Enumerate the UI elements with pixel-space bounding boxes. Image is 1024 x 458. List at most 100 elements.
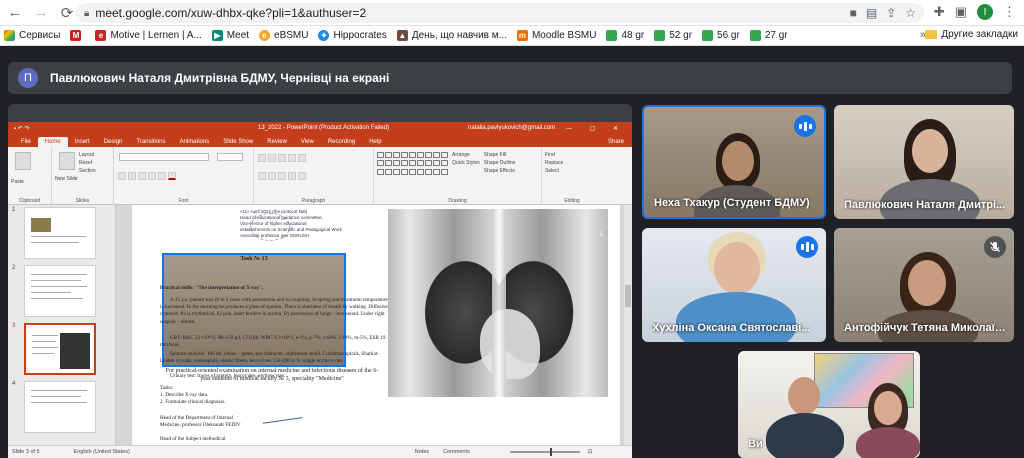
paste-icon bbox=[15, 152, 31, 170]
bookmark-apps[interactable]: Сервисы bbox=[4, 30, 60, 41]
slide-scrollbar bbox=[624, 205, 632, 445]
bookmark-52gr[interactable]: 52 gr bbox=[654, 30, 692, 41]
classroom-icon bbox=[654, 30, 666, 41]
camera-icon[interactable]: ■ bbox=[850, 6, 857, 20]
slide-thumbnail-4 bbox=[24, 381, 96, 433]
approval-stamp: «11» April 2022 (the protocol №8) Head o… bbox=[240, 209, 342, 238]
ppt-status-bar: Slide 3 of 5 English (United States) Not… bbox=[8, 445, 632, 458]
practical-skill: Practical skills: "The interpretation of… bbox=[160, 285, 264, 291]
case-description: A 35 y.o. patient was ill in 5 years wit… bbox=[160, 297, 388, 325]
save-icon: ▪ ↶ ↷ bbox=[14, 125, 30, 132]
line-spacing-icon bbox=[298, 154, 306, 162]
bookmark-moodle[interactable]: m Moodle BSMU bbox=[516, 30, 596, 41]
participant-tile-pavlyukovych[interactable]: Павлюкович Наталя Дмитрі... bbox=[834, 105, 1014, 219]
slide-thumbnail-2 bbox=[24, 265, 96, 317]
participant-tile-neha[interactable]: Неха Тхакур (Студент БДМУ) bbox=[642, 105, 826, 219]
gmail-icon: M bbox=[70, 30, 82, 41]
lock-icon[interactable]: 🔒︎ bbox=[84, 8, 89, 19]
other-bookmarks[interactable]: Другие закладки bbox=[925, 29, 1018, 40]
classroom-icon bbox=[606, 30, 618, 41]
back-icon[interactable]: ← bbox=[4, 2, 26, 24]
bookmark-27gr[interactable]: 27 gr bbox=[749, 30, 788, 41]
article-icon: ▲ bbox=[396, 30, 408, 41]
ppt-tab-home: Home bbox=[37, 137, 68, 147]
url-text: meet.google.com/xuw-dhbx-qke?pli=1&authu… bbox=[95, 6, 367, 20]
numbering-icon bbox=[268, 154, 276, 162]
translate-icon[interactable]: ▤ bbox=[866, 6, 877, 20]
notes-button: Notes bbox=[414, 449, 430, 455]
browser-toolbar: ← → ⟳ 🔒︎ meet.google.com/xuw-dhbx-qke?pl… bbox=[0, 0, 1024, 26]
ppt-ribbon-tabs: File Home Insert Design Transitions Anim… bbox=[8, 134, 632, 147]
blood-test: CBT: RBC 3,1×10¹²/l, Hb-150 g/l, CI 0,88… bbox=[160, 335, 386, 349]
bookmarks-bar: Сервисы M e Motive | Lernen | A... ▶ Mee… bbox=[0, 26, 1024, 46]
ppt-title-bar: ▪ ↶ ↷ 13_2022 - PowerPoint (Product Acti… bbox=[8, 122, 632, 134]
columns-icon bbox=[298, 172, 306, 180]
bookmark-ebsmu[interactable]: e eBSMU bbox=[259, 30, 308, 41]
align-left-icon bbox=[258, 172, 266, 180]
shapes-gallery bbox=[377, 152, 448, 176]
ribbon-slides: Layout Reset Section New Slide Slides bbox=[52, 147, 114, 205]
head-of-subject: Head of the Subject methodical bbox=[160, 436, 226, 442]
slide-thumbnail-1 bbox=[24, 207, 96, 259]
meet-icon: ▶ bbox=[211, 30, 223, 41]
slide-thumbnail-3 bbox=[24, 323, 96, 375]
ppt-tab-slideshow: Slide Show bbox=[223, 139, 254, 145]
participant-tile-khukhlina[interactable]: Хухліна Оксана Святославі... bbox=[642, 228, 826, 342]
font-size-combo bbox=[217, 153, 244, 161]
bookmark-56gr[interactable]: 56 gr bbox=[702, 30, 740, 41]
extensions-icon[interactable]: ✚ bbox=[934, 4, 945, 20]
select-button: Select bbox=[545, 168, 559, 174]
font-color-icon bbox=[168, 172, 176, 180]
ppt-share: Share bbox=[607, 139, 624, 145]
window-controls-icon: — ▢ ✕ bbox=[565, 125, 626, 132]
participant-tile-self[interactable]: Ви bbox=[738, 351, 920, 458]
bookmark-meet[interactable]: ▶ Meet bbox=[211, 30, 249, 41]
speaking-indicator-icon bbox=[796, 236, 818, 258]
urine-test: Urinary test: traces of protein, leucocy… bbox=[170, 373, 286, 379]
reload-icon[interactable]: ⟳ bbox=[56, 2, 78, 24]
star-icon[interactable]: ☆ bbox=[905, 6, 916, 20]
comments-button: Comments bbox=[443, 449, 470, 455]
strike-icon bbox=[148, 172, 156, 180]
bullets-icon bbox=[258, 154, 266, 162]
profile-avatar[interactable]: I bbox=[977, 4, 993, 20]
head-signature-line: Medicine, professor Oleksandr FEDIV bbox=[160, 422, 241, 428]
ribbon-clipboard: Paste Clipboard bbox=[8, 147, 52, 205]
ebsmu-icon: e bbox=[259, 30, 271, 41]
presenter-avatar: П bbox=[18, 68, 38, 88]
address-bar[interactable]: 🔒︎ meet.google.com/xuw-dhbx-qke?pli=1&au… bbox=[76, 3, 924, 23]
motive-icon: e bbox=[95, 30, 107, 41]
bookmark-48gr[interactable]: 48 gr bbox=[606, 30, 644, 41]
ppt-body: 1 2 3 4 «11» April 2022 (the protocol №8… bbox=[8, 205, 632, 445]
classroom-icon bbox=[702, 30, 714, 41]
moodle-icon: m bbox=[516, 30, 528, 41]
language-indicator: English (United States) bbox=[73, 449, 130, 455]
share-icon[interactable]: ⇪ bbox=[886, 6, 896, 20]
folder-icon bbox=[925, 30, 938, 39]
ribbon-paragraph: Paragraph bbox=[254, 147, 374, 205]
ppt-user: natalia.pavlyukovich@gmail.com bbox=[468, 125, 556, 131]
menu-icon[interactable]: ⋮ bbox=[1003, 4, 1016, 20]
bookmark-day[interactable]: ▲ День, що навчив м... bbox=[396, 30, 507, 41]
indent-icon bbox=[278, 154, 286, 162]
ppt-tab-transitions: Transitions bbox=[136, 139, 166, 145]
ppt-tab-file: File bbox=[21, 139, 31, 145]
sputum-analysis: Sputum analysis: 160 ml, odour – green, … bbox=[160, 351, 380, 365]
ppt-ribbon: Paste Clipboard Layout Reset Section New… bbox=[8, 147, 632, 205]
italic-icon bbox=[128, 172, 136, 180]
bookmark-hippocrates[interactable]: ✦ Hippocrates bbox=[318, 30, 387, 41]
bold-icon bbox=[118, 172, 126, 180]
hippocrates-icon: ✦ bbox=[318, 30, 330, 41]
bookmark-motive[interactable]: e Motive | Lernen | A... bbox=[95, 30, 202, 41]
ppt-tab-view: View bbox=[300, 139, 314, 145]
speaking-indicator-icon bbox=[794, 115, 816, 137]
forward-icon[interactable]: → bbox=[30, 2, 52, 24]
mic-off-icon bbox=[984, 236, 1006, 258]
side-panel-icon[interactable]: ▣ bbox=[955, 4, 967, 20]
bookmark-gmail[interactable]: M bbox=[70, 30, 85, 41]
ribbon-font: Font bbox=[114, 147, 254, 205]
ribbon-drawing: Arrange Quick Styles Shape Fill Shape Ou… bbox=[374, 147, 542, 205]
ppt-tab-review: Review bbox=[267, 139, 287, 145]
participant-tile-antofiichuk[interactable]: Антофійчук Тетяна Миколаїв... bbox=[834, 228, 1014, 342]
slide-editor: «11» April 2022 (the protocol №8) Head o… bbox=[116, 205, 624, 445]
